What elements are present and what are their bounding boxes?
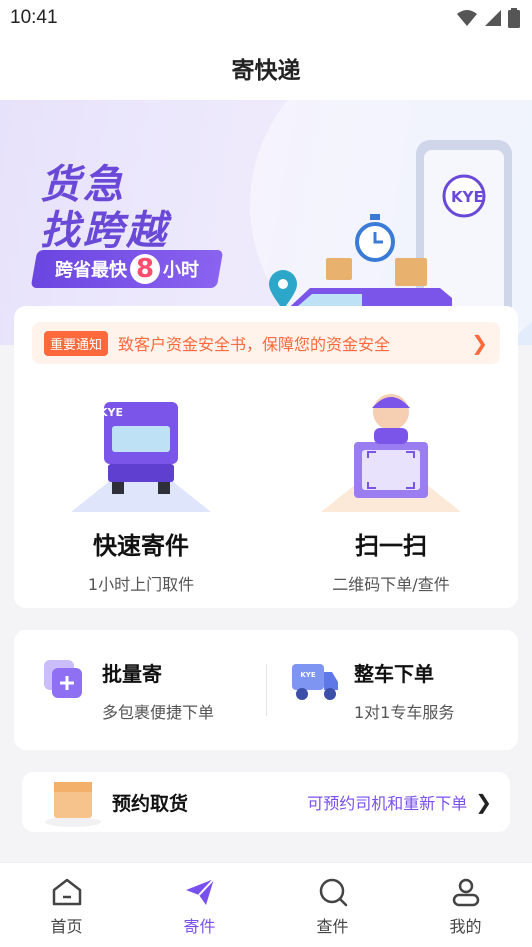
banner-headline-2: 找跨越 bbox=[40, 208, 169, 254]
tab-label: 首页 bbox=[50, 917, 83, 936]
search-icon bbox=[319, 878, 347, 907]
app-header: 寄快递 bbox=[0, 36, 532, 100]
batch-icon bbox=[44, 660, 82, 698]
home-icon bbox=[52, 878, 81, 906]
main-services-card: 重要通知 致客户资金安全书，保障您的资金安全 ❯ KYE 快速寄件 1小时上门取… bbox=[14, 306, 518, 608]
mini-service-title: 批量寄 bbox=[102, 662, 162, 686]
service-subtitle: 二维码下单/查件 bbox=[332, 575, 450, 594]
tab-home[interactable]: 首页 bbox=[0, 863, 133, 947]
parcel-box-icon bbox=[45, 782, 101, 827]
scan-icon bbox=[321, 394, 461, 512]
banner-tag-prefix: 跨省最快 bbox=[54, 260, 127, 281]
booking-row[interactable]: 预约取货 可预约司机和重新下单 ❯ bbox=[22, 772, 510, 832]
tab-profile[interactable]: 我的 bbox=[399, 863, 532, 947]
page-title: 寄快递 bbox=[231, 58, 301, 84]
mini-service-subtitle: 多包裹便捷下单 bbox=[102, 703, 215, 722]
mini-service-subtitle: 1对1专车服务 bbox=[354, 703, 455, 722]
mini-service-title: 整车下单 bbox=[354, 662, 434, 686]
battery-icon bbox=[508, 8, 520, 28]
secondary-services-card: 批量寄 多包裹便捷下单 KYE 整车下单 1对1专车服务 bbox=[14, 630, 518, 750]
signal-icon bbox=[485, 10, 501, 26]
profile-icon bbox=[452, 878, 479, 907]
service-quick-send[interactable]: KYE 快速寄件 1小时上门取件 bbox=[26, 386, 256, 595]
service-scan[interactable]: 扫一扫 二维码下单/查件 bbox=[276, 386, 506, 595]
parcel-icon bbox=[326, 258, 352, 280]
clock-icon bbox=[355, 214, 395, 262]
service-title: 快速寄件 bbox=[93, 532, 189, 560]
bottom-tab-bar: 首页 寄件 查件 我的 bbox=[0, 862, 532, 947]
chevron-right-icon: ❯ bbox=[475, 790, 492, 814]
tab-label: 我的 bbox=[449, 917, 482, 936]
booking-title: 预约取货 bbox=[112, 792, 189, 815]
chevron-right-icon: ❯ bbox=[471, 331, 488, 355]
banner-tag: 跨省最快 8 小时 bbox=[30, 250, 224, 288]
notice-text: 致客户资金安全书，保障您的资金安全 bbox=[118, 335, 391, 354]
truck-logo: KYE bbox=[98, 406, 123, 419]
service-full-truck[interactable]: KYE 整车下单 1对1专车服务 bbox=[290, 658, 454, 723]
notice-bar[interactable]: 重要通知 致客户资金安全书，保障您的资金安全 ❯ bbox=[32, 322, 500, 364]
tab-label: 寄件 bbox=[183, 917, 216, 936]
service-title: 扫一扫 bbox=[355, 532, 427, 560]
banner-tag-suffix: 小时 bbox=[163, 260, 200, 281]
booking-link[interactable]: 可预约司机和重新下单 bbox=[307, 790, 467, 814]
status-icons bbox=[456, 8, 520, 28]
service-batch-send[interactable]: 批量寄 多包裹便捷下单 bbox=[42, 658, 214, 723]
tab-label: 查件 bbox=[316, 917, 349, 936]
tab-track[interactable]: 查件 bbox=[266, 863, 399, 947]
banner-tag-number: 8 bbox=[129, 254, 161, 284]
tab-send[interactable]: 寄件 bbox=[133, 863, 266, 947]
divider bbox=[266, 664, 267, 716]
status-time: 10:41 bbox=[10, 7, 58, 28]
truck-icon bbox=[71, 402, 211, 512]
send-icon bbox=[185, 878, 215, 905]
parcel-icon bbox=[395, 258, 427, 286]
truck-order-logo: KYE bbox=[300, 671, 316, 679]
notice-badge: 重要通知 bbox=[44, 330, 109, 356]
status-bar: 10:41 bbox=[0, 0, 532, 36]
wifi-icon bbox=[457, 10, 477, 26]
truck-order-icon bbox=[292, 664, 338, 700]
phone-logo: KYE bbox=[451, 188, 484, 206]
service-subtitle: 1小时上门取件 bbox=[87, 575, 195, 594]
